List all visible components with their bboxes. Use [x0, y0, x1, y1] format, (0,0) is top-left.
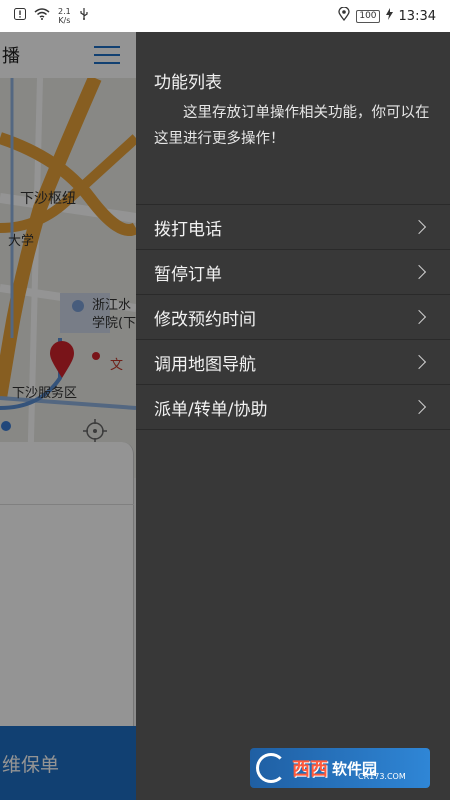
watermark-brand: 西西	[292, 759, 328, 780]
net-speed: 2.1 K/s	[58, 7, 71, 25]
battery-indicator: 100	[356, 9, 380, 23]
status-time: 13:34	[398, 8, 436, 24]
menu-item-label: 拨打电话	[154, 219, 222, 240]
watermark-c-icon	[256, 753, 286, 783]
chevron-right-icon	[411, 309, 427, 325]
status-bar: 2.1 K/s 100 13:34	[0, 0, 450, 32]
net-speed-unit: K/s	[58, 16, 71, 25]
charging-icon	[385, 8, 393, 24]
menu-item-pause-order[interactable]: 暂停订单	[136, 250, 450, 295]
menu-item-label: 修改预约时间	[154, 309, 256, 330]
menu-item-label: 暂停订单	[154, 264, 222, 285]
watermark-url: CR173.COM	[358, 772, 406, 781]
status-left: 2.1 K/s	[14, 7, 89, 25]
menu-item-dispatch-transfer-assist[interactable]: 派单/转单/协助	[136, 385, 450, 430]
location-icon	[338, 6, 350, 25]
drawer-description: 这里存放订单操作相关功能，你可以在这里进行更多操作！	[154, 105, 430, 147]
menu-item-modify-appointment[interactable]: 修改预约时间	[136, 295, 450, 340]
drawer-title: 功能列表	[154, 73, 222, 93]
chevron-right-icon	[411, 219, 427, 235]
menu-item-call-phone[interactable]: 拨打电话	[136, 205, 450, 250]
usb-icon	[79, 8, 89, 24]
function-drawer: 功能列表 这里存放订单操作相关功能，你可以在这里进行更多操作！ 拨打电话 暂停订…	[136, 32, 450, 800]
menu-item-map-navigation[interactable]: 调用地图导航	[136, 340, 450, 385]
menu-item-label: 派单/转单/协助	[154, 399, 268, 420]
net-speed-value: 2.1	[58, 7, 71, 16]
menu-item-label: 调用地图导航	[154, 354, 256, 375]
watermark-logo: 西西 软件园 CR173.COM	[250, 748, 430, 788]
drawer-scrim[interactable]	[0, 32, 136, 800]
status-right: 100 13:34	[338, 6, 436, 25]
chevron-right-icon	[411, 399, 427, 415]
wifi-icon	[34, 8, 50, 24]
alert-icon	[14, 8, 26, 24]
chevron-right-icon	[411, 264, 427, 280]
chevron-right-icon	[411, 354, 427, 370]
drawer-menu-list: 拨打电话 暂停订单 修改预约时间 调用地图导航 派单/转单/协助	[136, 204, 450, 430]
